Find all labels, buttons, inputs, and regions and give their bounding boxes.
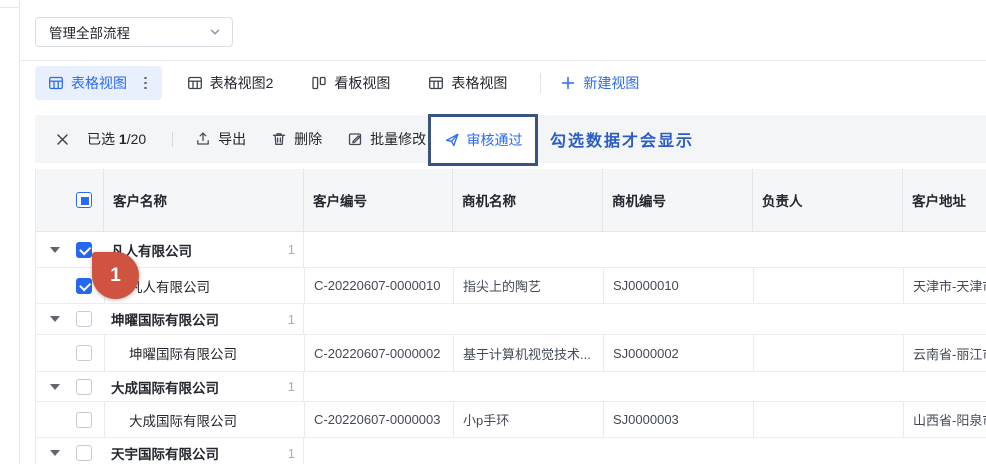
- row-checkbox[interactable]: [76, 311, 92, 327]
- crm-flow-page: 管理全部流程 表格视图 表格视图2 看板视图 表格视图 新建视图: [0, 0, 986, 464]
- export-button[interactable]: 导出: [195, 129, 246, 149]
- cell-opportunity-name: 基于计算机视觉技术...: [453, 335, 603, 371]
- column-header-owner: 负责人: [753, 169, 903, 231]
- table-icon: [187, 75, 203, 91]
- opportunity-table: 客户名称 客户编号 商机名称 商机编号 负责人 客户地址 凡人有限公司 1 凡: [35, 169, 986, 464]
- tab-table-view-2[interactable]: 表格视图2: [174, 66, 287, 100]
- trash-icon: [271, 131, 287, 147]
- group-row: 天宇国际有限公司 1: [36, 438, 986, 464]
- cell-opportunity-no: SJ0000010: [603, 268, 753, 303]
- collapse-toggle-icon[interactable]: [50, 247, 60, 253]
- more-options-icon[interactable]: [142, 74, 149, 93]
- approve-label: 审核通过: [467, 130, 523, 150]
- row-checkbox[interactable]: [76, 242, 92, 258]
- toolbar-divider: [172, 132, 173, 147]
- cell-address: 山西省-阳泉市: [903, 402, 986, 437]
- cell-opportunity-no: SJ0000002: [603, 335, 753, 371]
- cell-customer-name: 大成国际有限公司: [104, 402, 304, 437]
- approve-button[interactable]: 审核通过: [444, 130, 523, 150]
- collapse-toggle-icon[interactable]: [50, 450, 60, 456]
- collapse-toggle-icon[interactable]: [50, 316, 60, 322]
- left-panel-border: [19, 0, 20, 464]
- kanban-icon: [311, 75, 327, 91]
- tab-label: 看板视图: [334, 73, 390, 93]
- export-icon: [195, 131, 211, 147]
- close-icon: [55, 132, 70, 147]
- group-count: 1: [288, 379, 295, 394]
- column-header-customer-no: 客户编号: [304, 169, 453, 231]
- cell-customer-name: 坤曜国际有限公司: [104, 335, 304, 371]
- annotation-callout-text: 勾选数据才会显示: [550, 115, 694, 163]
- annotation-highlight-box: 审核通过: [428, 114, 538, 166]
- edit-icon: [347, 131, 363, 147]
- cell-owner: [753, 268, 903, 303]
- tab-label: 表格视图: [71, 73, 127, 93]
- send-icon: [444, 132, 460, 148]
- batch-edit-label: 批量修改: [370, 129, 426, 149]
- cell-address: 云南省-丽江市: [903, 335, 986, 371]
- group-name: 大成国际有限公司: [111, 377, 219, 397]
- chevron-down-icon: [208, 25, 222, 39]
- process-scope-dropdown[interactable]: 管理全部流程: [35, 17, 233, 47]
- click-marker-badge: 1: [92, 252, 139, 299]
- table-icon: [428, 75, 444, 91]
- batch-edit-button[interactable]: 批量修改: [347, 129, 426, 149]
- group-count: 1: [288, 446, 295, 461]
- cell-opportunity-no: SJ0000003: [603, 402, 753, 437]
- selection-count: 已选 1/20: [87, 129, 146, 149]
- new-view-button[interactable]: 新建视图: [561, 73, 639, 93]
- group-name: 坤曜国际有限公司: [111, 309, 219, 329]
- table-row: 大成国际有限公司 C-20220607-0000003 小p手环 SJ00000…: [36, 402, 986, 438]
- cell-opportunity-name: 小p手环: [453, 402, 603, 437]
- row-checkbox[interactable]: [76, 345, 92, 361]
- group-row: 凡人有限公司 1: [36, 232, 986, 268]
- tab-table-view-1[interactable]: 表格视图: [35, 66, 162, 100]
- cell-address: 天津市-天津市: [903, 268, 986, 303]
- row-checkbox[interactable]: [76, 445, 92, 461]
- view-tabs: 表格视图 表格视图2 看板视图 表格视图 新建视图: [35, 64, 639, 102]
- cell-owner: [753, 402, 903, 437]
- new-view-label: 新建视图: [583, 73, 639, 93]
- process-scope-label: 管理全部流程: [49, 22, 130, 42]
- table-row: 凡人有限公司 C-20220607-0000010 指尖上的陶艺 SJ00000…: [36, 268, 986, 304]
- cell-opportunity-name: 指尖上的陶艺: [453, 268, 603, 303]
- collapse-toggle-icon[interactable]: [50, 384, 60, 390]
- group-count: 1: [288, 242, 295, 257]
- group-row: 大成国际有限公司 1: [36, 372, 986, 402]
- column-header-customer-name: 客户名称: [104, 169, 304, 231]
- table-header-row: 客户名称 客户编号 商机名称 商机编号 负责人 客户地址: [36, 169, 986, 232]
- cell-customer-no: C-20220607-0000010: [304, 268, 453, 303]
- clear-selection-button[interactable]: [55, 132, 70, 147]
- column-header-opportunity-name: 商机名称: [453, 169, 603, 231]
- tab-label: 表格视图2: [210, 73, 274, 93]
- header-checkbox-cell: [36, 169, 104, 231]
- header-divider: [19, 60, 986, 61]
- column-header-address: 客户地址: [903, 169, 986, 231]
- group-row: 坤曜国际有限公司 1: [36, 304, 986, 335]
- cell-owner: [753, 335, 903, 371]
- delete-button[interactable]: 删除: [271, 129, 322, 149]
- tab-label: 表格视图: [451, 73, 507, 93]
- row-checkbox[interactable]: [76, 278, 92, 294]
- tab-kanban-view[interactable]: 看板视图: [298, 66, 403, 100]
- tabs-divider: [540, 73, 541, 93]
- column-header-opportunity-no: 商机编号: [603, 169, 753, 231]
- bulk-action-toolbar: 已选 1/20 导出 删除 批量修改 审核通过 勾选数据才会显示: [35, 115, 986, 163]
- tab-table-view-3[interactable]: 表格视图: [415, 66, 520, 100]
- row-checkbox[interactable]: [76, 379, 92, 395]
- plus-icon: [561, 76, 575, 90]
- cell-customer-no: C-20220607-0000003: [304, 402, 453, 437]
- export-label: 导出: [218, 129, 246, 149]
- cell-customer-no: C-20220607-0000002: [304, 335, 453, 371]
- select-all-checkbox[interactable]: [76, 192, 92, 208]
- group-name: 天宇国际有限公司: [111, 443, 219, 463]
- table-icon: [48, 75, 64, 91]
- delete-label: 删除: [294, 129, 322, 149]
- group-count: 1: [288, 312, 295, 327]
- row-checkbox[interactable]: [76, 412, 92, 428]
- table-row: 坤曜国际有限公司 C-20220607-0000002 基于计算机视觉技术...…: [36, 335, 986, 372]
- left-panel-border-top: [0, 7, 19, 8]
